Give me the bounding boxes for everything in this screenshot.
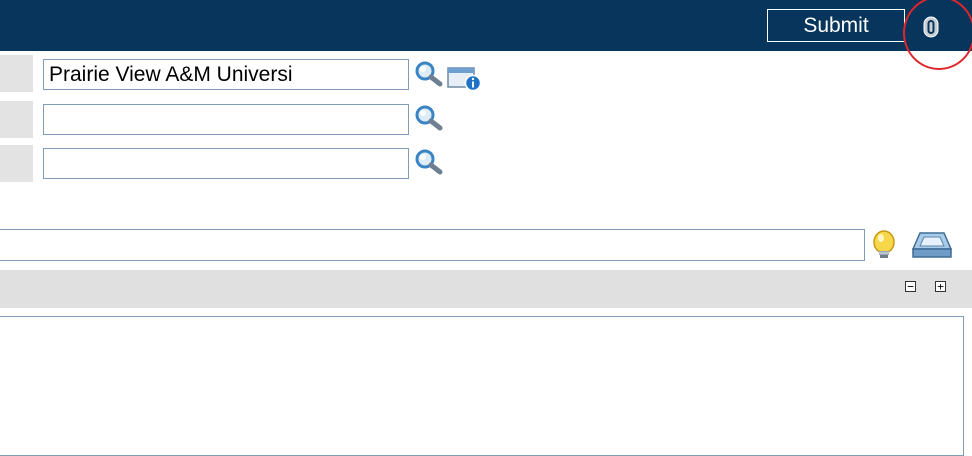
row-label-cell (0, 55, 33, 92)
row-label-cell (0, 101, 33, 138)
submit-button[interactable]: Submit (767, 9, 905, 42)
wide-text-input[interactable] (0, 229, 865, 261)
magnifier-icon[interactable] (414, 149, 444, 175)
collapse-button[interactable]: − (905, 281, 916, 292)
card-info-icon[interactable] (447, 65, 483, 92)
magnifier-icon[interactable] (414, 61, 444, 87)
expand-button[interactable]: + (935, 281, 946, 292)
magnifier-icon[interactable] (414, 105, 444, 131)
institution-field[interactable]: Prairie View A&M Universi (43, 59, 409, 90)
paperclip-icon[interactable] (921, 16, 941, 38)
content-text-area[interactable] (0, 316, 964, 456)
lookup-field-3[interactable] (43, 148, 409, 179)
top-header-bar: Submit (0, 0, 972, 51)
section-header-bar (0, 270, 972, 308)
lookup-field-2[interactable] (43, 104, 409, 135)
row-label-cell (0, 145, 33, 182)
inbox-tray-icon[interactable] (910, 229, 954, 261)
lightbulb-icon[interactable] (869, 229, 899, 263)
